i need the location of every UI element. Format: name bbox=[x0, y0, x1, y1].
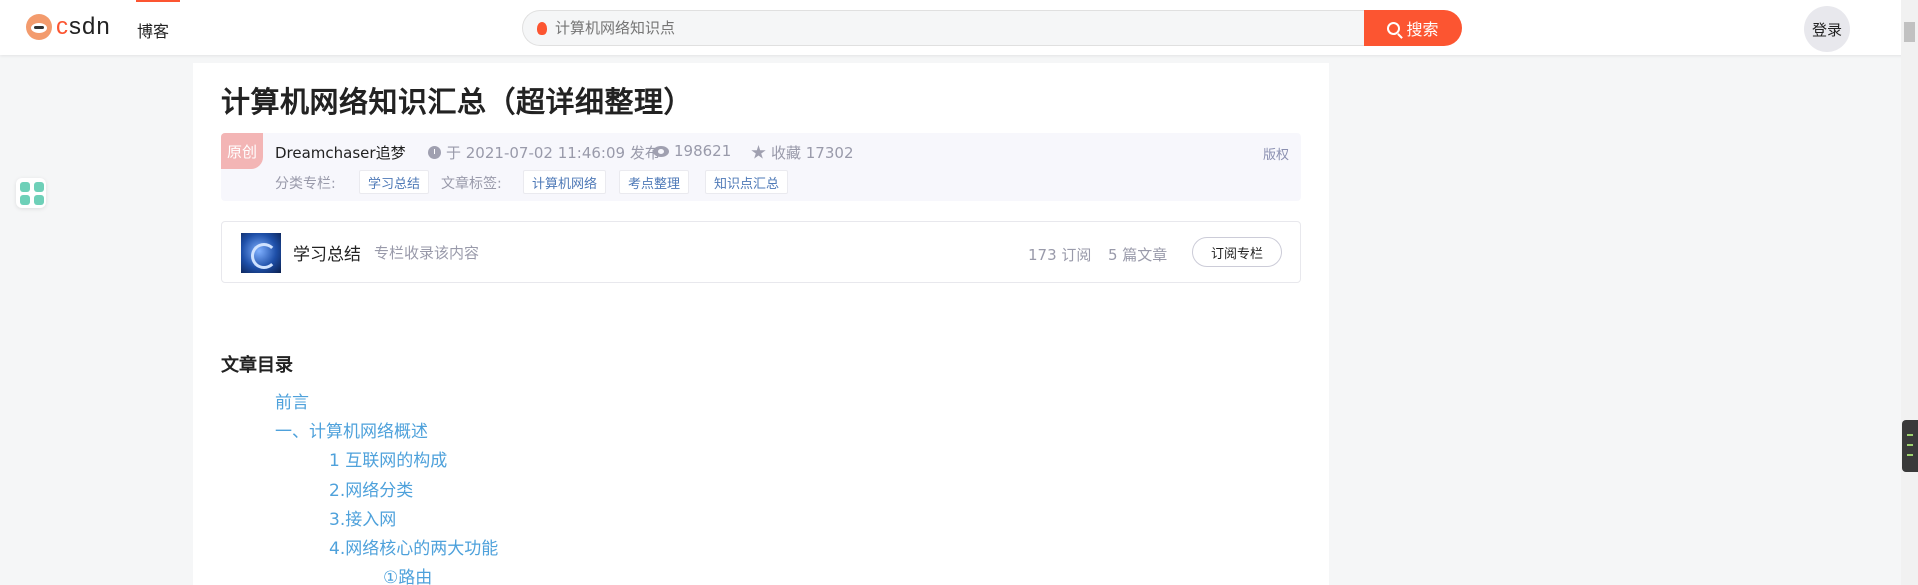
column-desc: 专栏收录该内容 bbox=[374, 244, 480, 262]
top-bar: csdn 博客 搜索 登录 bbox=[0, 0, 1918, 55]
logo-text: csdn bbox=[56, 13, 111, 40]
side-toolbar-handle[interactable] bbox=[1902, 420, 1918, 472]
logo-text-rest: sdn bbox=[69, 13, 111, 40]
clock-icon bbox=[428, 146, 441, 159]
csdn-logo[interactable]: csdn bbox=[26, 13, 111, 40]
apps-grid-cell bbox=[34, 182, 44, 192]
article-title: 计算机网络知识汇总（超详细整理） bbox=[221, 85, 694, 119]
logo-mascot-icon bbox=[26, 14, 52, 40]
tags-label: 文章标签: bbox=[441, 176, 502, 192]
tag-item[interactable]: 知识点汇总 bbox=[705, 170, 789, 194]
apps-grid-cell bbox=[34, 195, 44, 205]
nav-blog-link[interactable]: 博客 bbox=[137, 18, 169, 42]
column-name[interactable]: 学习总结 bbox=[293, 240, 361, 265]
column-article-count: 5 篇文章 bbox=[1108, 246, 1168, 264]
publish-time-text: 于 2021-07-02 11:46:09 发布 bbox=[446, 144, 660, 162]
original-badge: 原创 bbox=[221, 133, 263, 169]
side-toolbar-mark bbox=[1907, 434, 1913, 436]
favorite-count-text: 收藏 17302 bbox=[771, 144, 854, 162]
subscribe-column-button[interactable]: 订阅专栏 bbox=[1192, 237, 1282, 267]
column-cover-image[interactable] bbox=[241, 233, 281, 273]
category-tag[interactable]: 学习总结 bbox=[359, 170, 430, 194]
hot-flame-icon bbox=[537, 21, 547, 35]
apps-grid-icon[interactable] bbox=[16, 178, 46, 208]
search-icon bbox=[1387, 21, 1401, 35]
category-label: 分类专栏: bbox=[275, 176, 336, 192]
author-link[interactable]: Dreamchaser追梦 bbox=[275, 142, 406, 163]
article-card: 计算机网络知识汇总（超详细整理） 原创 Dreamchaser追梦 于 2021… bbox=[193, 63, 1329, 585]
star-icon bbox=[751, 145, 766, 159]
toc-item[interactable]: 2.网络分类 bbox=[329, 476, 413, 501]
tag-item[interactable]: 计算机网络 bbox=[523, 170, 607, 194]
apps-grid-cell bbox=[20, 182, 30, 192]
column-box: 学习总结 专栏收录该内容 173 订阅 5 篇文章 订阅专栏 bbox=[221, 221, 1301, 283]
toc-item[interactable]: 一、计算机网络概述 bbox=[275, 417, 428, 442]
search-button-label: 搜索 bbox=[1406, 20, 1439, 39]
login-button[interactable]: 登录 bbox=[1804, 6, 1850, 52]
eye-icon bbox=[653, 145, 669, 157]
search-field[interactable] bbox=[522, 10, 1366, 46]
search-input[interactable] bbox=[555, 19, 1335, 37]
side-toolbar-mark bbox=[1907, 444, 1913, 446]
search-bar: 搜索 bbox=[522, 10, 1462, 46]
search-button[interactable]: 搜索 bbox=[1364, 10, 1462, 46]
column-subscribers: 173 订阅 bbox=[1028, 246, 1092, 264]
favorite-button[interactable]: 收藏 17302 bbox=[751, 142, 854, 163]
toc-title: 文章目录 bbox=[221, 355, 293, 376]
view-count: 198621 bbox=[653, 142, 731, 160]
publish-time: 于 2021-07-02 11:46:09 发布 bbox=[428, 142, 660, 163]
copyright-link[interactable]: 版权 bbox=[1263, 144, 1289, 163]
side-toolbar-mark bbox=[1907, 454, 1913, 456]
toc-item[interactable]: 4.网络核心的两大功能 bbox=[329, 534, 498, 559]
article-meta-box: 原创 Dreamchaser追梦 于 2021-07-02 11:46:09 发… bbox=[221, 133, 1301, 201]
view-count-text: 198621 bbox=[674, 142, 732, 160]
active-nav-indicator bbox=[136, 0, 180, 2]
toc-item[interactable]: 1 互联网的构成 bbox=[329, 446, 447, 471]
page-scrollbar[interactable] bbox=[1901, 0, 1918, 585]
toc-item[interactable]: ①路由 bbox=[383, 563, 432, 585]
toc-item[interactable]: 前言 bbox=[275, 388, 309, 413]
scrollbar-thumb[interactable] bbox=[1904, 22, 1915, 42]
apps-grid-cell bbox=[20, 195, 30, 205]
toc-item[interactable]: 3.接入网 bbox=[329, 505, 396, 530]
tag-item[interactable]: 考点整理 bbox=[619, 170, 690, 194]
